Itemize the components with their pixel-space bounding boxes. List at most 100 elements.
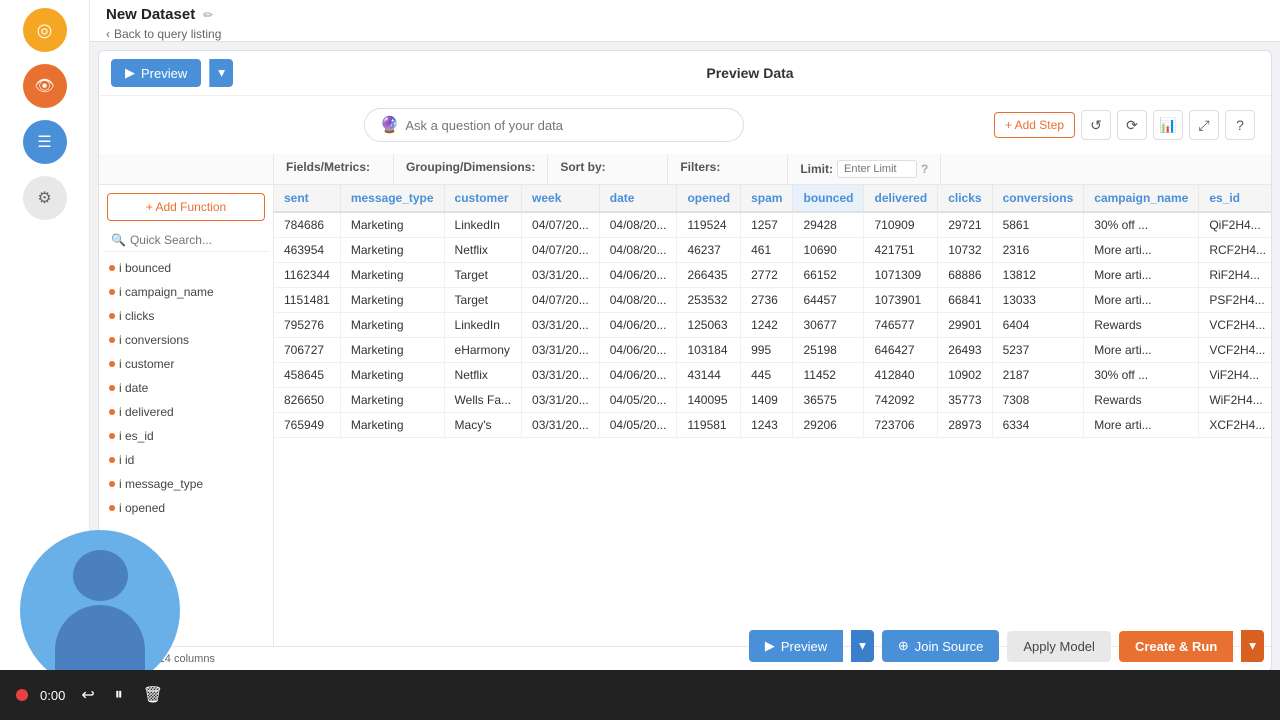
field-item[interactable]: i opened	[99, 496, 273, 520]
field-item[interactable]: i conversions	[99, 328, 273, 352]
column-header-conversions[interactable]: conversions	[992, 185, 1084, 212]
preview-panel: ▶ Preview ▾ Preview Data 🔮 + Add Step ↺	[98, 50, 1272, 672]
bottom-preview-button[interactable]: ▶ Preview	[749, 630, 843, 662]
field-item[interactable]: i id	[99, 448, 273, 472]
fields-spacer	[99, 154, 274, 184]
main-content: New Dataset ✏ ‹ Back to query listing ▶ …	[90, 0, 1280, 720]
column-header-message_type[interactable]: message_type	[340, 185, 444, 212]
sort-by-header: Sort by:	[548, 154, 668, 184]
help-limit-icon: ?	[921, 162, 928, 176]
column-header-spam[interactable]: spam	[741, 185, 793, 212]
ask-area: 🔮 + Add Step ↺ ⟳ 📊 ⤢ ?	[99, 96, 1271, 154]
column-header-week[interactable]: week	[522, 185, 600, 212]
fields-metrics-header: Fields/Metrics:	[274, 154, 394, 184]
field-item[interactable]: i customer	[99, 352, 273, 376]
edit-icon[interactable]: ✏	[203, 8, 213, 22]
table-row: 458645MarketingNetflix03/31/20...04/06/2…	[274, 363, 1271, 388]
field-item[interactable]: i message_type	[99, 472, 273, 496]
table-row: 784686MarketingLinkedIn04/07/20...04/08/…	[274, 212, 1271, 238]
preview-toolbar: ▶ Preview ▾ Preview Data	[99, 51, 1271, 96]
field-type-indicator	[109, 481, 115, 487]
preview-icon-btn[interactable]: 👁	[23, 64, 67, 108]
add-step-button[interactable]: + Add Step	[994, 112, 1075, 138]
table-row: 463954MarketingNetflix04/07/20...04/08/2…	[274, 238, 1271, 263]
back-link[interactable]: ‹ Back to query listing	[106, 27, 1264, 41]
field-search-input[interactable]	[130, 233, 261, 247]
create-run-button[interactable]: Create & Run	[1119, 631, 1233, 662]
stop-button[interactable]: 🗑	[139, 681, 167, 709]
field-item[interactable]: i bounced	[99, 256, 273, 280]
back-chevron-icon: ‹	[106, 27, 110, 41]
search-icon: 🔍	[111, 233, 126, 247]
column-header-opened[interactable]: opened	[677, 185, 741, 212]
data-icon-btn[interactable]: ◎	[23, 8, 67, 52]
field-item[interactable]: i es_id	[99, 424, 273, 448]
field-type-indicator	[109, 409, 115, 415]
field-type-indicator	[109, 265, 115, 271]
field-item[interactable]: i clicks	[99, 304, 273, 328]
preview-dropdown-btn[interactable]: ▾	[209, 59, 233, 87]
ask-question-bar[interactable]: 🔮	[364, 108, 744, 142]
limit-header: Limit: ?	[788, 154, 941, 184]
limit-input[interactable]	[837, 160, 917, 178]
page-title: New Dataset	[106, 6, 195, 23]
column-header-campaign_name[interactable]: campaign_name	[1084, 185, 1199, 212]
add-function-button[interactable]: + Add Function	[107, 193, 265, 221]
rewind-button[interactable]: ↩	[77, 681, 98, 709]
play-icon: ▶	[125, 65, 135, 81]
field-type-indicator	[109, 289, 115, 295]
bottom-action-bar: ▶ Preview ▾ ⊕ Join Source Apply Model Cr…	[280, 622, 1280, 670]
pause-button[interactable]: ⏸	[111, 682, 127, 708]
column-header-customer[interactable]: customer	[444, 185, 521, 212]
expand-icon-btn[interactable]: ⤢	[1189, 110, 1219, 140]
column-header-sent[interactable]: sent	[274, 185, 340, 212]
table-row: 765949MarketingMacy's03/31/20...04/05/20…	[274, 413, 1271, 438]
bottom-preview-dropdown[interactable]: ▾	[851, 630, 874, 662]
header-top: New Dataset ✏ ‹ Back to query listing	[90, 0, 1280, 42]
data-table-area[interactable]: sentmessage_typecustomerweekdateopenedsp…	[274, 185, 1271, 646]
data-table: sentmessage_typecustomerweekdateopenedsp…	[274, 185, 1271, 438]
preview-title: Preview Data	[241, 65, 1259, 81]
search-box: 🔍	[103, 229, 269, 252]
field-item[interactable]: i campaign_name	[99, 280, 273, 304]
ai-icon: 🔮	[379, 115, 399, 135]
field-type-indicator	[109, 433, 115, 439]
create-run-dropdown[interactable]: ▾	[1241, 630, 1264, 662]
field-type-indicator	[109, 505, 115, 511]
help-icon-btn[interactable]: ?	[1225, 110, 1255, 140]
recording-bar: 0:00 ↩ ⏸ 🗑	[0, 670, 1280, 720]
preview-button[interactable]: ▶ Preview	[111, 59, 201, 87]
plus-icon: ⊕	[898, 638, 909, 654]
field-item[interactable]: i date	[99, 376, 273, 400]
reload-icon-btn[interactable]: ⟳	[1117, 110, 1147, 140]
grouping-dimensions-header: Grouping/Dimensions:	[394, 154, 548, 184]
table-row: 1151481MarketingTarget04/07/20...04/08/2…	[274, 288, 1271, 313]
column-header-es_id[interactable]: es_id	[1199, 185, 1271, 212]
play-icon-bottom: ▶	[765, 638, 775, 654]
table-row: 795276MarketingLinkedIn03/31/20...04/06/…	[274, 313, 1271, 338]
join-source-button[interactable]: ⊕ Join Source	[882, 630, 1000, 662]
recording-indicator	[16, 689, 28, 701]
field-type-indicator	[109, 385, 115, 391]
chart-icon-btn[interactable]: 📊	[1153, 110, 1183, 140]
table-row: 826650MarketingWells Fa...03/31/20...04/…	[274, 388, 1271, 413]
avatar-head	[73, 550, 128, 601]
avatar-person	[50, 550, 150, 670]
filters-header: Filters:	[668, 154, 788, 184]
field-type-indicator	[109, 457, 115, 463]
table-row: 706727MarketingeHarmony03/31/20...04/06/…	[274, 338, 1271, 363]
field-type-indicator	[109, 313, 115, 319]
refresh-icon-btn[interactable]: ↺	[1081, 110, 1111, 140]
column-header-clicks[interactable]: clicks	[938, 185, 992, 212]
column-header-delivered[interactable]: delivered	[864, 185, 938, 212]
avatar-area	[20, 530, 180, 690]
filter-icon-btn[interactable]: ☰	[23, 120, 67, 164]
column-header-date[interactable]: date	[599, 185, 677, 212]
field-item[interactable]: i delivered	[99, 400, 273, 424]
ask-question-input[interactable]	[405, 118, 729, 133]
field-type-indicator	[109, 361, 115, 367]
settings-icon-btn[interactable]: ⚙	[23, 176, 67, 220]
apply-model-button[interactable]: Apply Model	[1007, 631, 1111, 662]
recording-time: 0:00	[40, 688, 65, 703]
column-header-bounced[interactable]: bounced	[793, 185, 864, 212]
